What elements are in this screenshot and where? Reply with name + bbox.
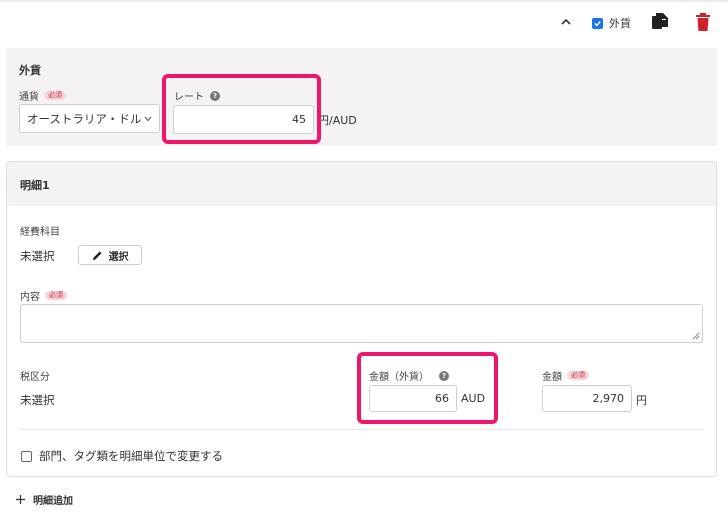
foreign-currency-label: 外貨	[609, 17, 631, 30]
foreign-currency-checkbox[interactable]	[592, 17, 603, 29]
pencil-icon	[92, 250, 102, 260]
dept-tag-checkbox[interactable]	[21, 450, 32, 462]
account-label: 経費科目	[20, 227, 60, 238]
account-value: 未選択	[20, 249, 55, 263]
tax-value: 未選択	[20, 393, 55, 407]
required-badge: 必須	[44, 91, 66, 100]
resize-handle-icon[interactable]	[692, 332, 700, 340]
amount-unit: 円	[636, 394, 647, 407]
currency-label-row: 通貨 必須	[19, 88, 66, 103]
select-account-button[interactable]: 選択	[78, 245, 142, 265]
currency-select[interactable]: オーストラリア・ドル	[19, 104, 160, 133]
add-line-label: 明細追加	[33, 496, 73, 507]
add-line-button[interactable]: 明細追加	[16, 492, 73, 507]
dept-tag-label: 部門、タグ類を明細単位で変更する	[39, 449, 223, 463]
foreign-currency-toggle[interactable]: 外貨	[592, 15, 631, 31]
required-badge: 必須	[45, 291, 67, 300]
copy-icon[interactable]	[652, 13, 668, 31]
content-label: 内容	[20, 292, 40, 303]
tax-label: 税区分	[20, 372, 50, 383]
chevron-down-icon	[144, 116, 152, 122]
fx-amount-highlight-frame	[357, 352, 498, 424]
detail-title: 明細1	[20, 179, 50, 192]
dept-tag-toggle[interactable]: 部門、タグ類を明細単位で変更する	[21, 448, 223, 464]
currency-select-value: オーストラリア・ドル	[27, 111, 142, 126]
trash-icon[interactable]	[696, 13, 710, 31]
check-icon	[594, 20, 601, 27]
divider	[20, 429, 703, 430]
select-button-label: 選択	[108, 251, 129, 263]
amount-value: 2,970	[592, 392, 625, 405]
required-badge: 必須	[567, 371, 589, 380]
amount-input[interactable]: 2,970	[542, 385, 632, 412]
foreign-currency-title: 外貨	[19, 64, 41, 77]
plus-icon	[16, 495, 25, 504]
currency-label: 通貨	[19, 92, 39, 103]
content-label-row: 内容 必須	[20, 288, 67, 303]
chevron-up-icon[interactable]	[561, 17, 571, 27]
amount-label: 金額	[542, 372, 562, 383]
detail-card-header	[7, 162, 716, 206]
rate-unit: 円/AUD	[318, 114, 357, 127]
amount-label-row: 金額 必須	[542, 368, 589, 383]
content-textarea[interactable]	[20, 304, 703, 343]
top-border	[0, 0, 728, 2]
rate-highlight-frame	[162, 74, 321, 144]
